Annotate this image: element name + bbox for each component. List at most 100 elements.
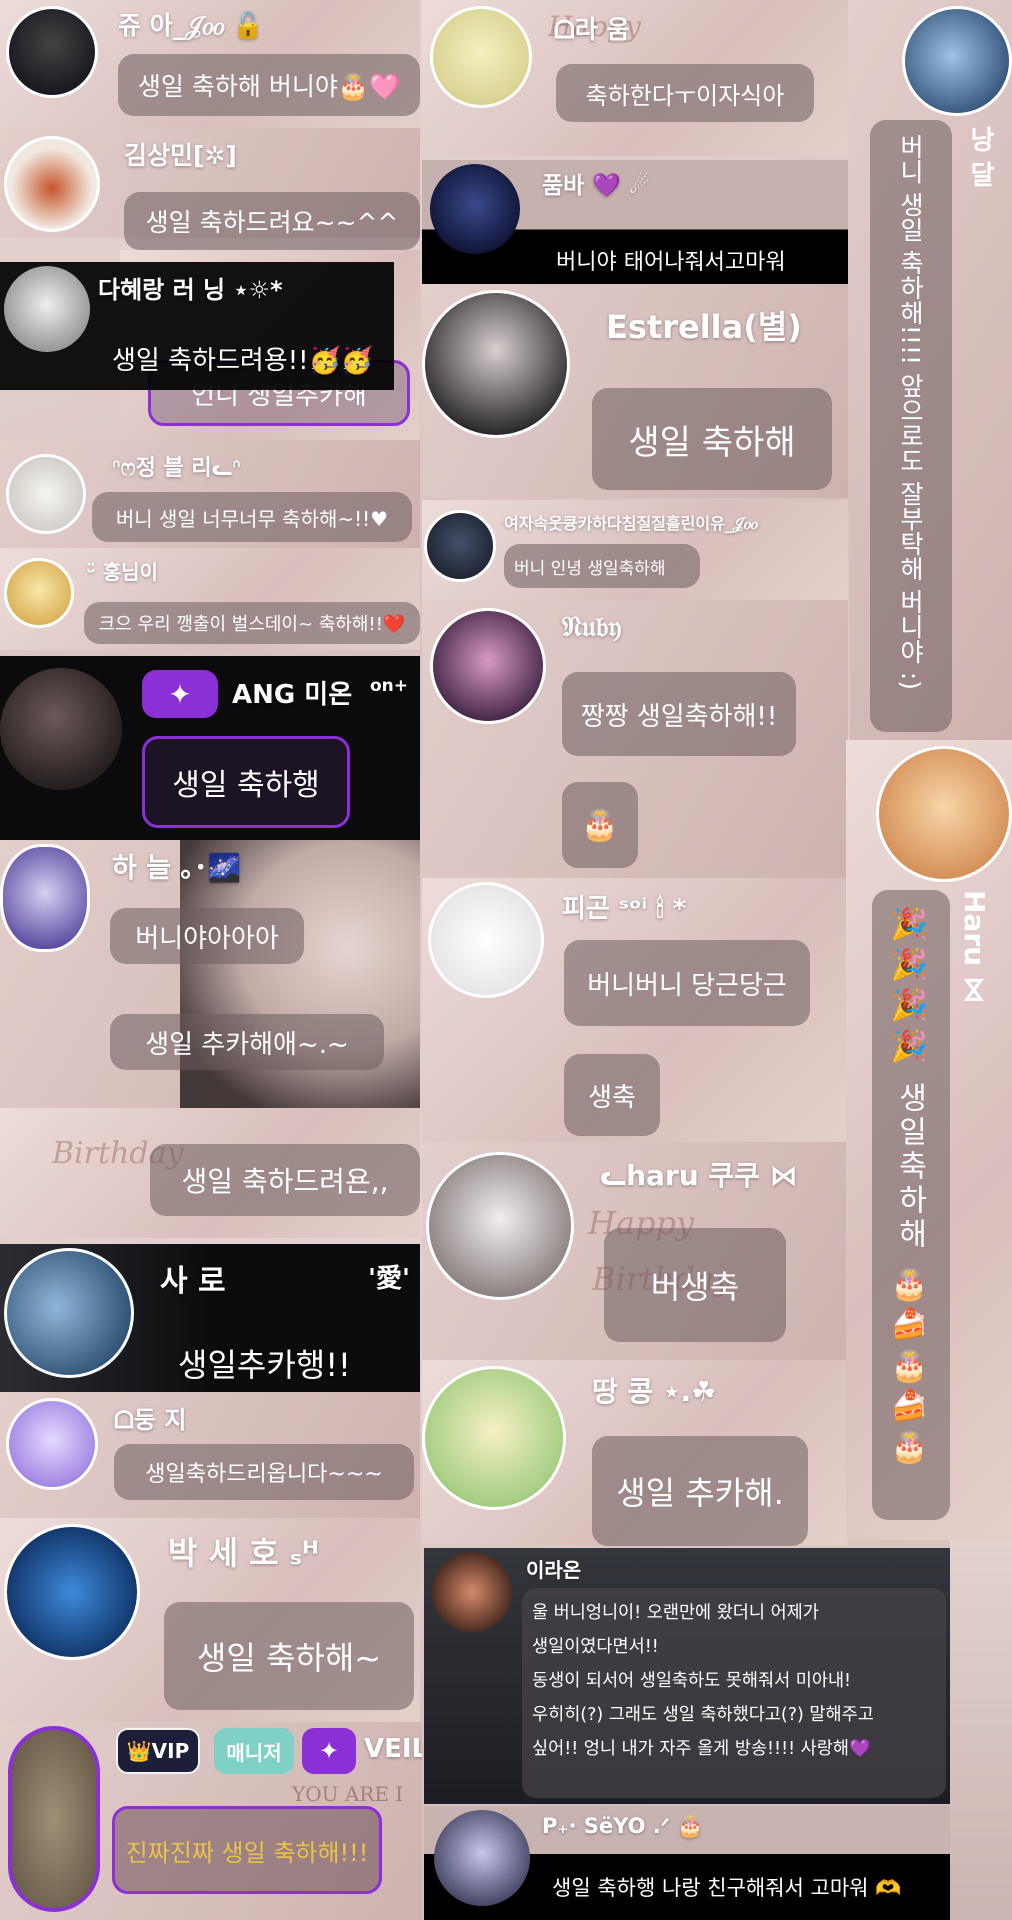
chat-bubble: 생일 추카해애~.~ — [110, 1014, 384, 1070]
message-card-jua: 쥬 아_𝒥𝑜𝑜 🔓 생일 축하해 버니야🎂🩷 — [0, 0, 420, 128]
avatar[interactable] — [4, 1248, 134, 1378]
message-card-haru: Haru ⋈ 🎉🎉🎉🎉 생일축하해 🎂🍰🎂🍰🎂 — [846, 740, 1012, 1540]
avatar[interactable] — [4, 1524, 140, 1660]
message-line: 생일이였다면서!! — [532, 1637, 659, 1657]
username: 이라온 — [526, 1558, 582, 1582]
chat-text: 생일추카행!! — [178, 1346, 351, 1384]
avatar[interactable] — [876, 746, 1012, 882]
avatar[interactable] — [902, 6, 1012, 116]
on-plus-label: on+ — [370, 676, 409, 696]
chat-bubble: 축하한다ㅜ이자식아 — [556, 64, 814, 122]
avatar[interactable] — [430, 6, 532, 108]
message-card-haneul: 하 늘 ｡･🌌 버니야아아아 생일 추카해애~.~ — [0, 840, 420, 1108]
chat-bubble-kimsangmin: 생일 축하드려요~~^^ — [124, 192, 420, 250]
chat-bubble: 생일 축하해 버니야🎂🩷 — [118, 54, 420, 116]
message-card-vip: 👑VIP 매니저 ✦ VEIL YOU ARE I 진짜진짜 생일 축하해!!! — [0, 1722, 422, 1920]
message-card-dahye: 다혜랑 러 닝 ⋆☼* 생일 축하드려용!!🥳🥳 — [0, 262, 394, 390]
message-card-nangdal: 낭 달 버니 생일 축하해!!!! 앞으로도 잘부탁해 버니야 :) — [850, 0, 1012, 740]
username: 낭 달 — [965, 126, 995, 188]
chat-bubble: 생일 축하행 — [142, 736, 350, 828]
username: P₊· SëYO .ᐟ 🎂 — [542, 1814, 704, 1838]
chat-bubble: 진짜진짜 생일 축하해!!! — [112, 1806, 382, 1894]
message-card-ruby: 𝔑𝔲𝔟𝔶 짱짱 생일축하해!! 🎂 — [422, 600, 848, 878]
message-card-yeoja: 여자속웃큥카하다침질질흘린이유_𝒥𝑜𝑜 버니 인녕 생일축하해 — [422, 500, 848, 600]
username: 피곤 ˢᵒⁱ 🕯 * — [562, 894, 687, 924]
username: 𝔑𝔲𝔟𝔶 — [562, 610, 622, 643]
chat-bubble: 생일 축하해 — [592, 388, 832, 490]
message-card-hongnim: ᵕ̈ 홍님이 크으 우리 깽출이 벌스데이~ 축하해!!❤️ — [0, 548, 420, 650]
username: Estrella(별) — [606, 308, 802, 346]
username: ᗝ라 움 — [554, 15, 630, 44]
avatar[interactable] — [0, 668, 122, 790]
star-badge: ✦ — [302, 1728, 356, 1774]
you-are-text: YOU ARE I — [292, 1782, 404, 1806]
avatar[interactable] — [434, 1810, 530, 1906]
right-edge-strip — [950, 1540, 1012, 1920]
veil-label: VEIL — [364, 1734, 422, 1764]
username: 다혜랑 러 닝 ⋆☼* — [98, 276, 283, 304]
avatar[interactable] — [430, 164, 520, 254]
chat-text: 버니야 태어나줘서고마워 — [556, 250, 786, 275]
chat-bubble: 생일축하드리옵니다~~~ — [114, 1444, 414, 1500]
username: Haru ⋈ — [958, 890, 991, 1004]
chat-bubble: 생일 축하드려욘,, — [150, 1144, 420, 1216]
chat-text: 버니 생일 축하해!!!! 앞으로도 잘부탁해 버니야 :) — [896, 134, 925, 690]
message-card-seyo: P₊· SëYO .ᐟ 🎂 생일 축하행 나랑 친구해줘서 고마워 🫶 — [424, 1806, 950, 1920]
message-card-haru-kuku: Happy Birthday ᓚharu 쿠쿠 ⋈ 버생축 — [422, 1142, 848, 1360]
avatar[interactable] — [4, 136, 100, 232]
chat-bubble: 생축 — [564, 1054, 660, 1136]
message-card-raum: Happy ᗝ라 움 축하한다ㅜ이자식아 — [422, 0, 848, 156]
username: 땅 콩 ⋆.☘ — [592, 1375, 717, 1408]
message-card-dungji: ᗝ둥 지 생일축하드리옵니다~~~ — [0, 1392, 420, 1518]
chat-text: 생일 축하행 나랑 친구해줘서 고마워 🫶 — [552, 1876, 902, 1900]
chat-bubble: 생일 축하해~ — [164, 1602, 414, 1710]
chat-bubble: 버니 생일 너무너무 축하해~!!♥ — [92, 492, 412, 542]
message-card-happy-birthday: Birthday 생일 축하드려욘,, — [0, 1108, 420, 1238]
chat-bubble: 버니버니 당근당근 — [564, 940, 810, 1026]
avatar[interactable] — [428, 882, 544, 998]
username: 쥬 아_𝒥𝑜𝑜 🔓 — [118, 11, 265, 40]
chat-text: 🎉🎉🎉🎉 생일축하해 🎂🍰🎂🍰🎂 — [892, 906, 927, 1469]
manager-badge: 매니저 — [214, 1728, 294, 1774]
cake-bubble: 🎂 — [562, 782, 638, 868]
username: 박 세 호 ₛᴴ — [168, 1534, 319, 1572]
avatar[interactable] — [4, 266, 90, 352]
avatar[interactable] — [8, 1726, 100, 1912]
message-line: 울 버니엉니이! 오랜만에 왔더니 어제가 — [532, 1603, 819, 1623]
chat-bubble: 버생축 — [604, 1228, 786, 1342]
chat-bubble: 크으 우리 깽출이 벌스데이~ 축하해!!❤️ — [84, 602, 420, 644]
avatar[interactable] — [6, 454, 86, 534]
avatar[interactable] — [0, 844, 90, 952]
username: ᓚharu 쿠쿠 ⋈ — [600, 1159, 798, 1192]
message-card-parksaeho: 박 세 호 ₛᴴ 생일 축하해~ — [0, 1518, 420, 1722]
username: 여자속웃큥카하다침질질흘린이유_𝒥𝑜𝑜 — [504, 514, 758, 533]
star-badge: ✦ — [142, 670, 218, 718]
avatar[interactable] — [422, 290, 570, 438]
message-card-pigon: 피곤 ˢᵒⁱ 🕯 * 버니버니 당근당근 생축 — [422, 878, 848, 1142]
avatar[interactable] — [4, 558, 74, 628]
avatar[interactable] — [426, 1152, 574, 1300]
avatar[interactable] — [430, 608, 546, 724]
avatar[interactable] — [6, 1398, 98, 1490]
message-line: 우히히(?) 그래도 생일 축하했다고(?) 말해주고 — [532, 1705, 874, 1725]
username: ᵕ̈ 홍님이 — [86, 560, 158, 584]
username: 하 늘 ｡･🌌 — [112, 853, 242, 884]
vip-badge: 👑VIP — [116, 1728, 200, 1774]
avatar[interactable] — [422, 1366, 566, 1510]
message-card-ttangkong: 땅 콩 ⋆.☘ 생일 추카해. — [422, 1360, 848, 1546]
username: ᐢෆ정 블 리ᓚᐢ — [112, 456, 241, 481]
avatar[interactable] — [432, 1552, 512, 1632]
username: 사 로 — [160, 1264, 226, 1299]
username: 품바 💜 ☄ — [542, 173, 650, 199]
message-card-saro: 사 로 '愛' 생일추카행!! — [0, 1244, 420, 1392]
chat-bubble: 울 버니엉니이! 오랜만에 왔더니 어제가 생일이였다면서!! 동생이 되서어 … — [522, 1588, 946, 1798]
chat-bubble: 버니야아아아 — [110, 908, 304, 964]
message-card-estrella: Estrella(별) 생일 축하해 — [422, 284, 848, 498]
avatar[interactable] — [424, 510, 496, 582]
chat-bubble: 짱짱 생일축하해!! — [562, 672, 796, 756]
username: 김상민[✲] — [124, 141, 237, 170]
message-card-pumba: 품바 💜 ☄ 버니야 태어나줘서고마워 — [422, 160, 848, 284]
avatar[interactable] — [6, 6, 98, 98]
chat-bubble: 버니 인녕 생일축하해 — [504, 544, 700, 588]
chat-text: 생일 축하드려용!!🥳🥳 — [112, 346, 374, 376]
